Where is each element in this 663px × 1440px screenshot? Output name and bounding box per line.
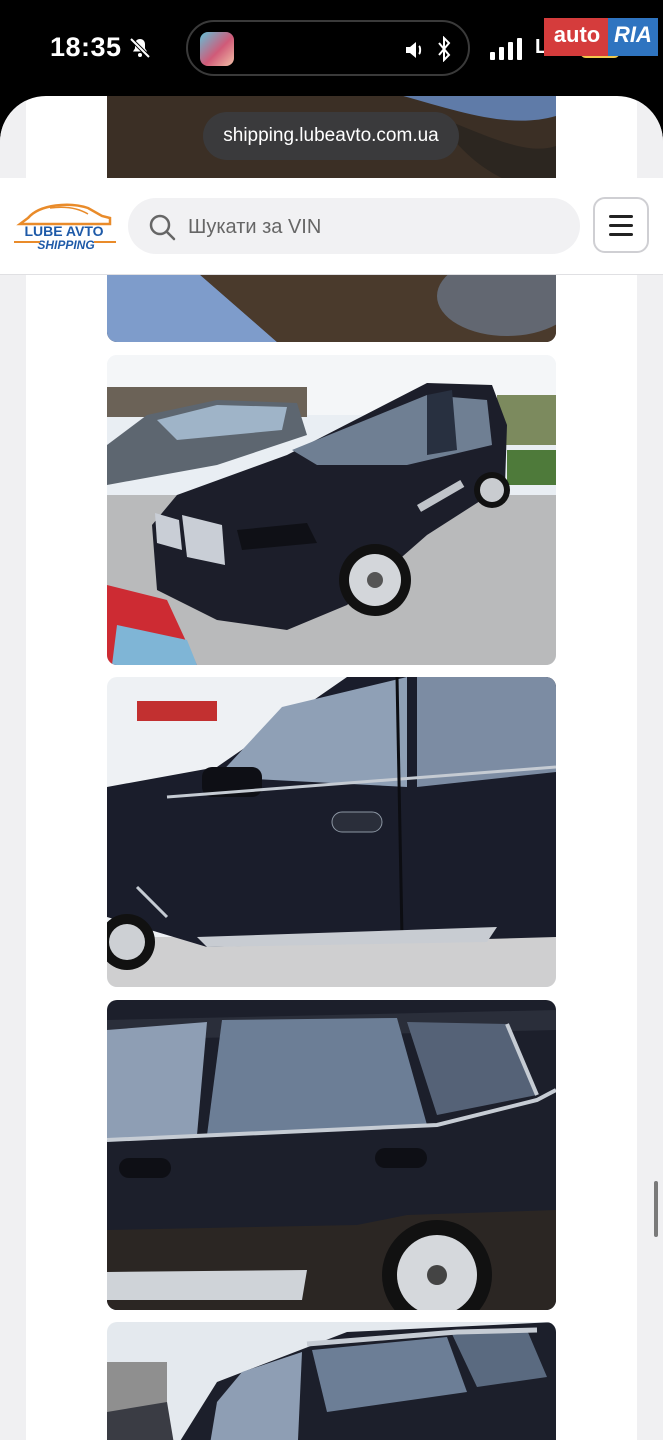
page-gutter-right [637,96,663,1440]
gallery-photo-4[interactable] [107,1000,556,1310]
gallery-photo-2[interactable] [107,355,556,665]
menu-button[interactable] [593,197,649,253]
search-icon [149,214,176,241]
dynamic-island[interactable] [186,20,470,76]
watermark-ria: RIA [608,18,658,56]
bell-slash-icon [129,37,151,59]
status-time: 18:35 [50,32,122,62]
logo-text-sub: SHIPPING [37,238,94,252]
status-bar: 18:35 LTE 14 auto RIA [0,0,663,96]
speaker-icon [406,42,422,58]
vin-search-input[interactable] [186,206,570,248]
lube-avto-logo[interactable]: LUBE AVTO SHIPPING [10,198,118,256]
url-pill[interactable]: shipping.lubeavto.com.ua [203,112,459,160]
gallery-photo-5[interactable] [107,1322,556,1440]
vin-search-box[interactable] [128,198,580,254]
page-gutter-left [0,96,26,1440]
gallery-photo-3[interactable] [107,677,556,987]
bluetooth-icon [438,36,451,62]
scrollbar-thumb[interactable] [654,1181,658,1237]
signal-icon [490,38,522,60]
watermark-auto: auto [544,18,610,56]
web-page: shipping.lubeavto.com.ua LUBE AVTO SHIPP… [0,96,663,1440]
auto-ria-watermark: auto RIA [544,18,658,56]
now-playing-thumbnail [200,32,234,66]
logo-text-main: LUBE AVTO [24,223,103,239]
site-header: LUBE AVTO SHIPPING [0,178,663,275]
